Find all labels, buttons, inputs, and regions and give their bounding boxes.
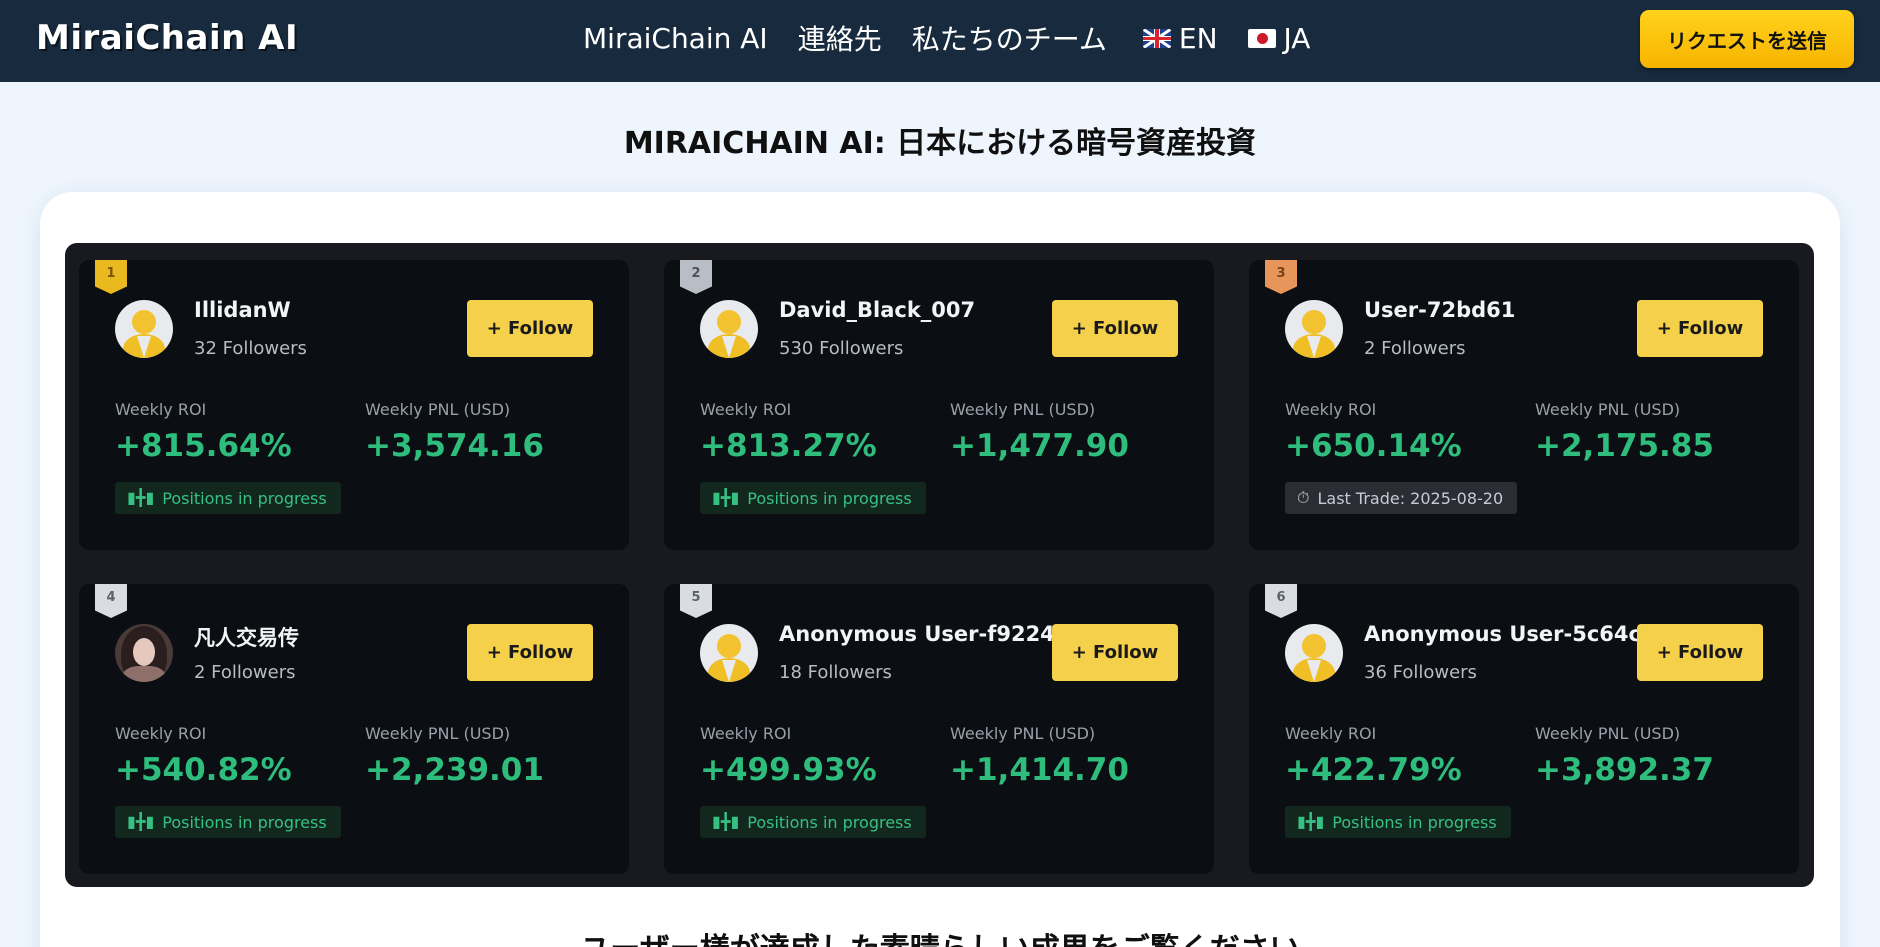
weekly-pnl-value: +3,574.16 xyxy=(365,428,544,464)
weekly-pnl-value: +3,892.37 xyxy=(1535,752,1714,788)
main-nav: MiraiChain AI 連絡先 私たちのチーム EN JA xyxy=(583,18,1310,58)
follow-button[interactable]: + Follow xyxy=(467,624,593,681)
avatar-default-icon[interactable] xyxy=(700,300,758,358)
status-text: Positions in progress xyxy=(1332,812,1497,832)
weekly-roi-value: +813.27% xyxy=(700,428,877,464)
trader-card: 6 Anonymous User-5c64c1 36 Followers + F… xyxy=(1249,584,1799,874)
weekly-pnl-value: +2,175.85 xyxy=(1535,428,1714,464)
follower-count: 2 Followers xyxy=(194,662,296,683)
status-text: Positions in progress xyxy=(747,812,912,832)
rank-badge: 6 xyxy=(1265,584,1297,618)
follower-count: 36 Followers xyxy=(1364,662,1477,683)
trader-name[interactable]: David_Black_007 xyxy=(779,298,975,322)
status-text: Last Trade: 2025-08-20 xyxy=(1317,488,1504,508)
weekly-roi-label: Weekly ROI xyxy=(700,724,792,743)
weekly-pnl-value: +2,239.01 xyxy=(365,752,544,788)
follow-button[interactable]: + Follow xyxy=(1052,300,1178,357)
avatar-default-icon[interactable] xyxy=(700,624,758,682)
stopwatch-icon: ⏱ xyxy=(1297,488,1310,507)
trader-name[interactable]: 凡人交易传 xyxy=(194,622,299,652)
candlestick-icon: ▮╋▮ xyxy=(127,488,155,507)
status-badge: ▮╋▮ Positions in progress xyxy=(115,806,341,838)
language-label-en: EN xyxy=(1178,21,1218,55)
nav-link-contact[interactable]: 連絡先 xyxy=(798,18,882,58)
avatar-default-icon[interactable] xyxy=(115,300,173,358)
top-nav-bar: MiraiChain AI MiraiChain AI 連絡先 私たちのチーム … xyxy=(0,0,1880,82)
trader-name[interactable]: Anonymous User-5c64c1 xyxy=(1364,622,1656,646)
status-text: Positions in progress xyxy=(162,812,327,832)
japan-flag-icon xyxy=(1247,28,1276,48)
weekly-roi-value: +422.79% xyxy=(1285,752,1462,788)
follow-button[interactable]: + Follow xyxy=(1637,624,1763,681)
weekly-roi-label: Weekly ROI xyxy=(1285,724,1377,743)
page-title: MIRAICHAIN AI: 日本における暗号資産投資 xyxy=(623,126,1257,161)
rank-badge-bronze: 3 xyxy=(1265,260,1297,294)
weekly-pnl-label: Weekly PNL (USD) xyxy=(950,400,1096,419)
weekly-pnl-label: Weekly PNL (USD) xyxy=(365,724,511,743)
weekly-roi-label: Weekly ROI xyxy=(1285,400,1377,419)
follow-button[interactable]: + Follow xyxy=(1637,300,1763,357)
send-request-button[interactable]: リクエストを送信 xyxy=(1640,10,1854,68)
status-badge: ▮╋▮ Positions in progress xyxy=(700,806,926,838)
weekly-roi-label: Weekly ROI xyxy=(700,400,792,419)
weekly-roi-label: Weekly ROI xyxy=(115,724,207,743)
language-label-ja: JA xyxy=(1283,21,1311,55)
candlestick-icon: ▮╋▮ xyxy=(1297,812,1325,831)
site-logo[interactable]: MiraiChain AI xyxy=(36,18,298,58)
trader-card: 4 凡人交易传 2 Followers + Follow Weekly ROI … xyxy=(79,584,629,874)
status-text: Positions in progress xyxy=(747,488,912,508)
weekly-roi-value: +815.64% xyxy=(115,428,292,464)
follower-count: 32 Followers xyxy=(194,338,307,359)
language-option-en[interactable]: EN xyxy=(1142,21,1218,55)
trader-card: 5 Anonymous User-f92241 18 Followers + F… xyxy=(664,584,1214,874)
weekly-pnl-label: Weekly PNL (USD) xyxy=(1535,400,1681,419)
trader-card: 2 David_Black_007 530 Followers + Follow… xyxy=(664,260,1214,550)
follower-count: 2 Followers xyxy=(1364,338,1466,359)
status-text: Positions in progress xyxy=(162,488,327,508)
avatar-photo[interactable] xyxy=(115,624,173,682)
rank-badge-gold: 1 xyxy=(95,260,127,294)
weekly-roi-value: +650.14% xyxy=(1285,428,1462,464)
weekly-pnl-label: Weekly PNL (USD) xyxy=(365,400,511,419)
weekly-roi-value: +499.93% xyxy=(700,752,877,788)
weekly-pnl-value: +1,477.90 xyxy=(950,428,1129,464)
candlestick-icon: ▮╋▮ xyxy=(712,488,740,507)
leaderboard: 1 IllidanW 32 Followers + Follow Weekly … xyxy=(65,243,1814,887)
status-badge: ▮╋▮ Positions in progress xyxy=(115,482,341,514)
trader-card: 1 IllidanW 32 Followers + Follow Weekly … xyxy=(79,260,629,550)
avatar-default-icon[interactable] xyxy=(1285,300,1343,358)
trader-name[interactable]: Anonymous User-f92241 xyxy=(779,622,1069,646)
candlestick-icon: ▮╋▮ xyxy=(712,812,740,831)
candlestick-icon: ▮╋▮ xyxy=(127,812,155,831)
weekly-pnl-value: +1,414.70 xyxy=(950,752,1129,788)
section-subtitle: ユーザー様が達成した素晴らしい成果をご覧ください xyxy=(0,924,1880,947)
weekly-roi-label: Weekly ROI xyxy=(115,400,207,419)
status-badge: ⏱ Last Trade: 2025-08-20 xyxy=(1285,482,1518,514)
rank-badge: 4 xyxy=(95,584,127,618)
avatar-default-icon[interactable] xyxy=(1285,624,1343,682)
weekly-roi-value: +540.82% xyxy=(115,752,292,788)
weekly-pnl-label: Weekly PNL (USD) xyxy=(950,724,1096,743)
status-badge: ▮╋▮ Positions in progress xyxy=(700,482,926,514)
follower-count: 530 Followers xyxy=(779,338,904,359)
trader-name[interactable]: User-72bd61 xyxy=(1364,298,1515,322)
rank-badge-silver: 2 xyxy=(680,260,712,294)
weekly-pnl-label: Weekly PNL (USD) xyxy=(1535,724,1681,743)
uk-flag-icon xyxy=(1142,28,1171,48)
trader-name[interactable]: IllidanW xyxy=(194,298,291,322)
language-option-ja[interactable]: JA xyxy=(1247,21,1311,55)
trader-card: 3 User-72bd61 2 Followers + Follow Weekl… xyxy=(1249,260,1799,550)
follow-button[interactable]: + Follow xyxy=(1052,624,1178,681)
follower-count: 18 Followers xyxy=(779,662,892,683)
follow-button[interactable]: + Follow xyxy=(467,300,593,357)
nav-link-home[interactable]: MiraiChain AI xyxy=(583,22,768,55)
status-badge: ▮╋▮ Positions in progress xyxy=(1285,806,1511,838)
nav-link-team[interactable]: 私たちのチーム xyxy=(912,18,1107,58)
rank-badge: 5 xyxy=(680,584,712,618)
